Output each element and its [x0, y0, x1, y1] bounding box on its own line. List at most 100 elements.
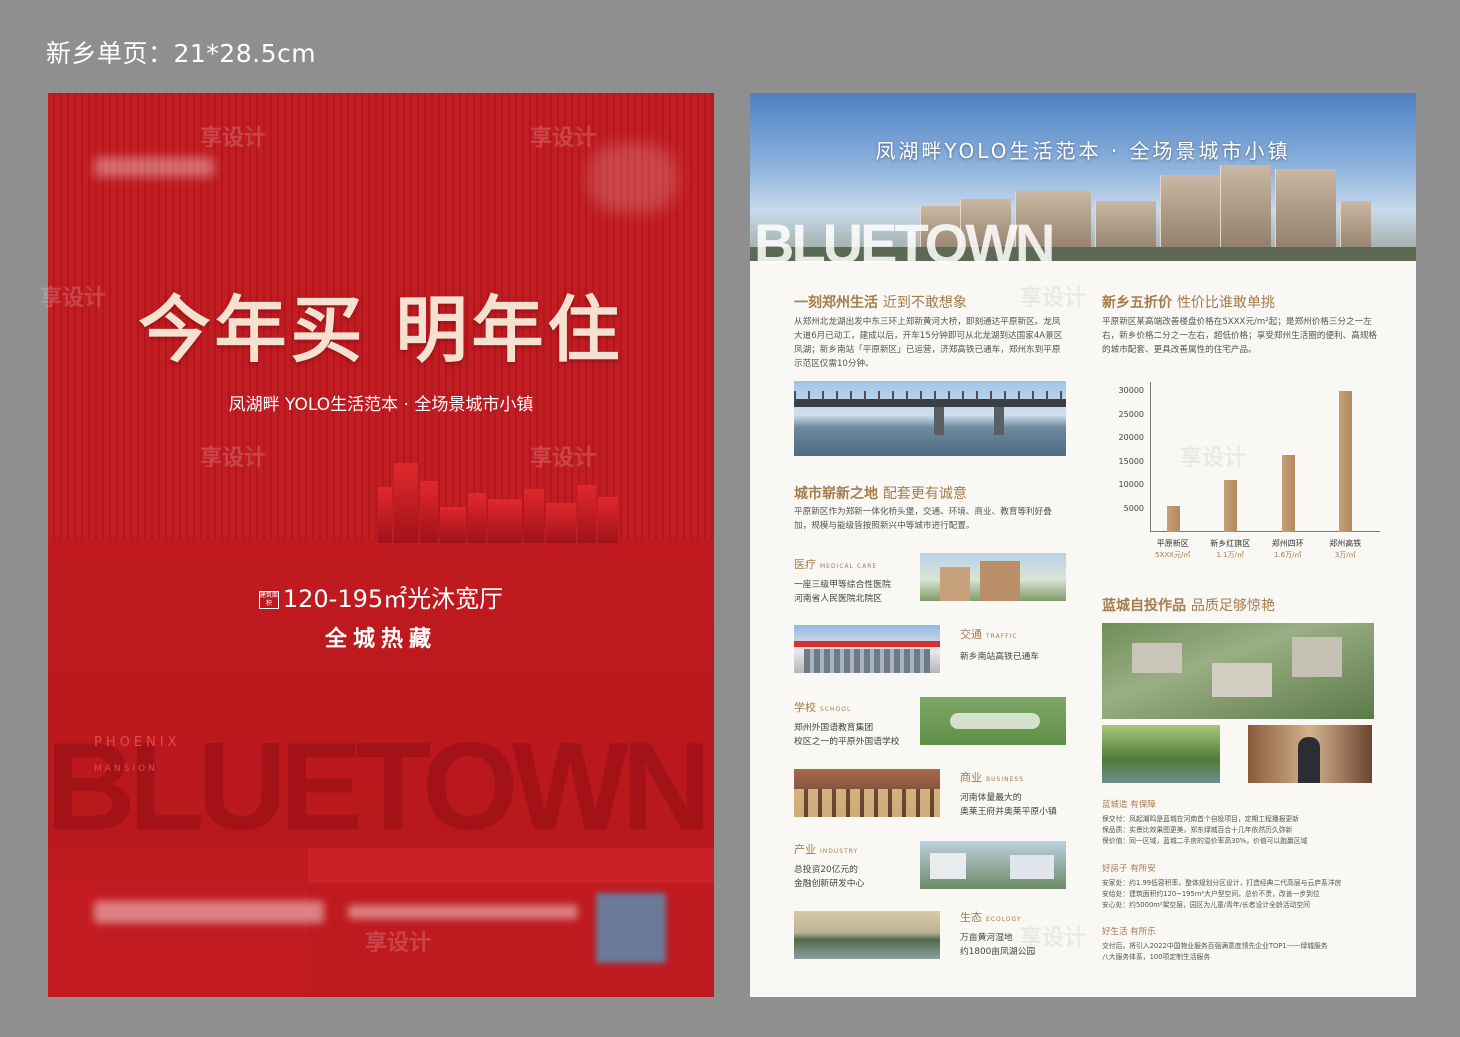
front-subtitle: 凤湖畔 YOLO生活范本 · 全场景城市小镇	[228, 395, 534, 415]
area-text: 120-195㎡光沐宽厅	[282, 585, 504, 613]
qr-code[interactable]	[596, 893, 666, 963]
bullet-item: 交付后，将引入2022中国物业服务百强满意度领先企业TOP1——绿城服务	[1102, 942, 1328, 950]
category-title: 交通	[960, 628, 982, 641]
x-category-label: 平原新区	[1156, 539, 1189, 548]
watermark: 享设计	[40, 286, 107, 311]
category-line: 河南体量最大的	[960, 793, 1022, 803]
bullet-group-3: 好生活 有所乐 交付后，将引入2022中国物业服务百强满意度领先企业TOP1——…	[1102, 925, 1388, 963]
watermark: 享设计	[530, 126, 597, 151]
chart-bar	[1339, 391, 1353, 532]
bullet-item: 保交付：凤起潮鸣是蓝城在河南首个自投项目，定期工程播报更新	[1102, 815, 1300, 823]
section2-title: 新乡五折价	[1102, 295, 1172, 311]
garden-photo	[1102, 725, 1220, 783]
category-line: 河南省人民医院北院区	[794, 594, 882, 604]
service-photo	[1248, 725, 1372, 783]
section4-heading: 蓝城自投作品 品质足够惊艳	[1102, 595, 1275, 615]
station-photo	[794, 625, 940, 673]
watermark: 享设计	[365, 931, 432, 956]
section3-heading: 城市崭新之地 配套更有诚意	[794, 483, 967, 503]
phoenix-text: PHOENIX	[94, 735, 181, 750]
watermark: 享设计	[200, 126, 267, 151]
chart-bar	[1224, 480, 1238, 532]
category-en: INDUSTRY	[820, 848, 859, 855]
category-en: SCHOOL	[820, 706, 852, 713]
category-en: BUSINESS	[986, 776, 1024, 783]
category-line: 总投资20亿元的	[794, 865, 858, 875]
category-title: 学校	[794, 701, 816, 714]
category-line: 郑州外国语教育集团	[794, 723, 874, 733]
hot-text: 全城热藏	[324, 627, 437, 652]
price-label: 5XXX元/㎡	[1155, 551, 1191, 559]
price-label: 1.1万/㎡	[1216, 551, 1245, 559]
bullet-item: 安给处：建筑面积约120~195m²大户型空间，总价不贵，改善一步到位	[1102, 890, 1320, 898]
bullet-group-2: 好房子 有所安 安家处：约1.99低容积率，整体规划分区设计，打造经典二代高层与…	[1102, 862, 1388, 911]
category-business: 商业 BUSINESS 河南体量最大的奥莱王府井奥莱平原小镇	[960, 769, 1057, 819]
hero-wordmark: BLUETOWN	[754, 212, 1055, 275]
chart-y-axis	[1150, 382, 1151, 532]
category-line: 新乡南站高铁已通车	[960, 652, 1040, 662]
y-tick-label: 15000	[1118, 456, 1144, 466]
front-page: 今年买 明年住 凤湖畔 YOLO生活范本 · 全场景城市小镇 建筑面积 120-1…	[48, 93, 714, 997]
category-title: 商业	[960, 771, 982, 784]
bullet-heading: 蓝城造 有保障	[1102, 800, 1156, 810]
y-tick-label: 20000	[1118, 433, 1144, 443]
blurred-address	[348, 905, 578, 919]
ecology-photo	[794, 911, 940, 959]
blurred-logo	[94, 157, 214, 177]
bridge-photo	[794, 381, 1066, 456]
section1-body: 从郑州北龙湖出发中东三环上郑新黄河大桥，即刻通达平原新区。龙凤大道6月已动工，建…	[794, 317, 1063, 369]
bullet-item: 八大服务体系，100项定制生活服务	[1102, 953, 1211, 961]
section4-title: 蓝城自投作品	[1102, 598, 1186, 614]
section2-subtitle: 性价比谁敢单挑	[1176, 295, 1275, 311]
bullet-item: 安心处：约5000m²架空层，园区为儿童/青年/长者设计全龄活动空间	[1102, 901, 1310, 909]
category-line: 一座三级甲等综合性医院	[794, 580, 891, 590]
category-medical: 医疗 MEDICAL CARE 一座三级甲等综合性医院 河南省人民医院北院区	[794, 556, 891, 606]
school-photo	[920, 697, 1066, 745]
watermark: 享设计	[200, 446, 267, 471]
section1-subtitle: 近到不敢想象	[882, 295, 967, 311]
category-en: TRAFFIC	[986, 633, 1018, 640]
category-title: 生态	[960, 911, 982, 924]
y-tick-label: 30000	[1118, 386, 1144, 396]
bullet-item: 保价值：同一区域，蓝城二手房的溢价率高30%，价值可以跑赢区域	[1102, 837, 1308, 845]
price-bar-chart: 5000 10000 15000 20000 25000 30000 平原新区 5XXX元/㎡…	[1110, 378, 1380, 568]
industry-photo	[920, 841, 1066, 889]
bullet-heading: 好生活 有所乐	[1102, 927, 1156, 937]
watermark: 享设计	[1180, 446, 1247, 471]
category-line: 金融创新研发中心	[794, 879, 865, 889]
bullet-heading: 好房子 有所安	[1102, 864, 1156, 874]
x-category-label: 郑州四环	[1271, 539, 1304, 548]
category-title: 医疗	[794, 558, 816, 571]
mansion-text: MANSION	[94, 764, 158, 774]
price-label: 1.6万/㎡	[1274, 551, 1302, 559]
hospital-photo	[920, 553, 1066, 601]
x-category-label: 郑州高铁	[1329, 539, 1362, 548]
category-traffic: 交通 TRAFFIC 新乡南站高铁已通车	[960, 626, 1039, 664]
section3-subtitle: 配套更有诚意	[882, 486, 967, 502]
section4-subtitle: 品质足够惊艳	[1190, 598, 1275, 614]
bullet-item: 保品质：实景比效果图更美，郑东绿城百合十几年依然历久弥新	[1102, 826, 1293, 834]
section1-title: 一刻郑州生活	[794, 295, 878, 311]
area-line: 建筑面积 120-195㎡光沐宽厅	[48, 579, 714, 614]
blurred-emblem	[588, 143, 678, 213]
aerial-photo	[1102, 623, 1374, 719]
section3-title: 城市崭新之地	[794, 486, 878, 502]
section2-heading: 新乡五折价 性价比谁敢单挑	[1102, 292, 1275, 312]
category-industry: 产业 INDUSTRY 总投资20亿元的 金融创新研发中心	[794, 841, 864, 891]
hero-title: 凤湖畔YOLO生活范本 · 全场景城市小镇	[875, 139, 1291, 163]
y-tick-label: 5000	[1123, 503, 1144, 513]
watermark: 享设计	[1020, 926, 1087, 951]
section1-heading: 一刻郑州生活 近到不敢想象	[794, 292, 967, 312]
category-school: 学校 SCHOOL 郑州外国语教育集团校区之一的平原外国语学校	[794, 699, 900, 749]
mall-photo	[794, 769, 940, 817]
skyline-graphic	[378, 463, 618, 543]
section2-body: 平原新区某高端改善楼盘价格在5XXX元/m²起；是郑州价格三分之一左右，新乡价格…	[1102, 317, 1378, 355]
y-tick-label: 10000	[1118, 480, 1144, 490]
category-line: 奥莱王府井奥莱平原小镇	[960, 807, 1057, 817]
bullet-group-1: 蓝城造 有保障 保交付：凤起潮鸣是蓝城在河南首个自投项目，定期工程播报更新 保品…	[1102, 798, 1388, 847]
price-label: 3万/㎡	[1334, 551, 1356, 559]
category-line: 校区之一的平原外国语学校	[794, 737, 900, 747]
y-tick-label: 25000	[1118, 409, 1144, 419]
area-badge: 建筑面积	[258, 591, 279, 609]
section3-body: 平原新区作为郑新一体化桥头堡，交通、环境、商业、教育等利好叠加，规模与能级皆按照…	[794, 507, 1052, 531]
